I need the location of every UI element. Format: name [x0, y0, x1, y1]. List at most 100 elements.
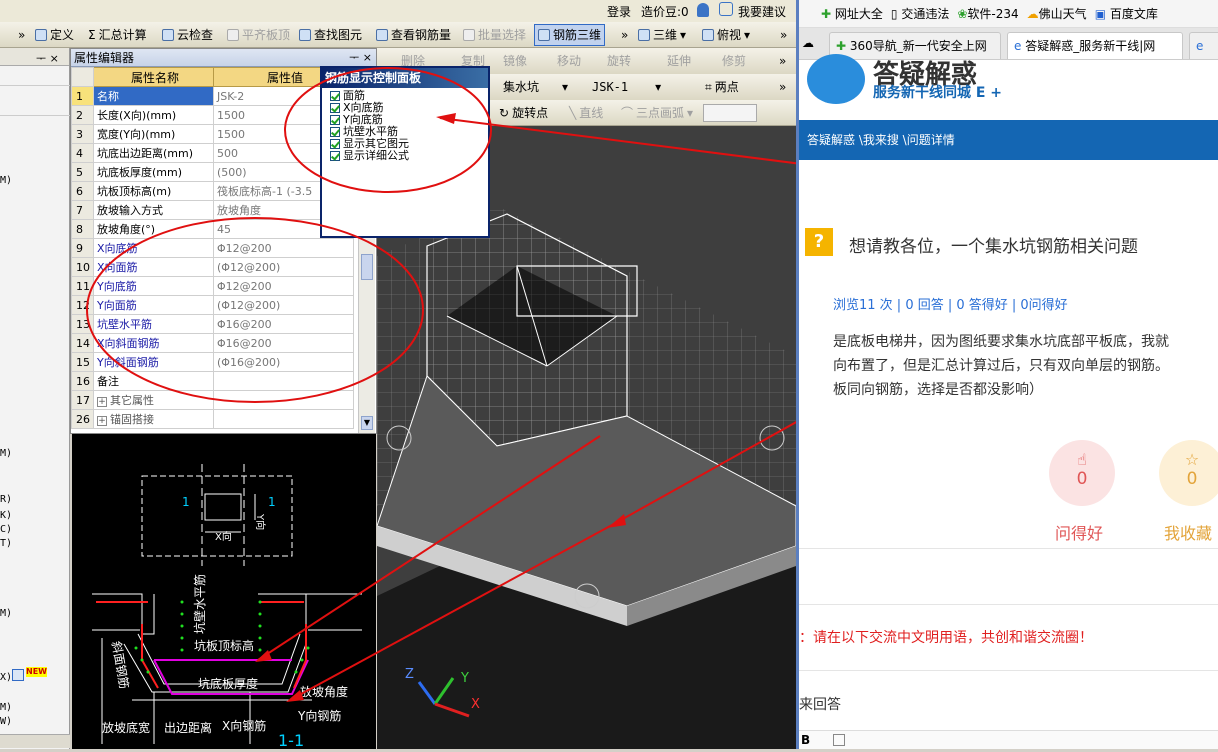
- left-panel-search[interactable]: [0, 88, 70, 116]
- toolbar2-overflow2-icon[interactable]: »: [779, 78, 786, 96]
- property-value[interactable]: [213, 390, 354, 410]
- property-value[interactable]: (Φ12@200): [213, 295, 354, 315]
- favorite-button[interactable]: ☆ 0: [1159, 440, 1218, 506]
- type-dropdown[interactable]: 集水坑 ▾: [503, 78, 568, 96]
- tree-item[interactable]: M): [0, 702, 12, 713]
- property-row[interactable]: 8 放坡角度(°) 45: [71, 219, 354, 239]
- property-row[interactable]: 3 宽度(Y向)(mm) 1500: [71, 124, 354, 144]
- left-hscrollbar[interactable]: [0, 734, 70, 748]
- property-value[interactable]: Φ16@200: [213, 314, 354, 334]
- tab-extra[interactable]: e: [1189, 32, 1218, 59]
- expand-icon[interactable]: +: [97, 416, 107, 426]
- property-value[interactable]: Φ12@200: [213, 238, 354, 258]
- cloud-check-button[interactable]: 云检查: [162, 26, 213, 44]
- scroll-thumb[interactable]: [361, 254, 373, 280]
- expand-icon[interactable]: +: [97, 397, 107, 407]
- property-value[interactable]: (Φ16@200): [213, 352, 354, 372]
- find-element-button[interactable]: 查找图元: [299, 26, 362, 44]
- two-points-button[interactable]: ⌗ 两点: [705, 78, 739, 96]
- name-dropdown[interactable]: JSK-1 ▾: [592, 78, 661, 96]
- bookmark-item[interactable]: ✚ 网址大全: [821, 5, 883, 22]
- bookmark-item[interactable]: ▯ 交通违法: [891, 5, 949, 22]
- rotate-button[interactable]: 旋转: [607, 52, 631, 70]
- cloud-icon[interactable]: ☁: [802, 36, 814, 50]
- tree-item[interactable]: T): [0, 538, 12, 549]
- checkbox[interactable]: [330, 127, 340, 137]
- toolbar-overflow3-icon[interactable]: »: [780, 26, 787, 44]
- property-row[interactable]: 5 坑底板厚度(mm) (500): [71, 162, 354, 182]
- property-row[interactable]: 13 坑壁水平筋 Φ16@200: [71, 314, 354, 334]
- tree-item[interactable]: M): [0, 175, 12, 186]
- feedback-link[interactable]: 我要建议: [738, 3, 786, 20]
- favorite-label[interactable]: 我收藏: [1164, 520, 1212, 544]
- top-view-dropdown[interactable]: 俯视 ▾: [702, 26, 750, 44]
- tree-item[interactable]: M): [0, 608, 12, 619]
- bookmark-item[interactable]: ▣ 百度文库: [1095, 5, 1158, 22]
- grid-small-icon[interactable]: [12, 669, 24, 681]
- property-value[interactable]: (Φ12@200): [213, 257, 354, 277]
- like-label[interactable]: 问得好: [1055, 520, 1103, 544]
- tree-item[interactable]: X): [0, 672, 12, 683]
- mirror-button[interactable]: 镜像: [503, 52, 527, 70]
- breadcrumb[interactable]: 答疑解惑 \我来搜 \问题详情: [799, 120, 1218, 160]
- property-row[interactable]: 14 X向斜面钢筋 Φ16@200: [71, 333, 354, 353]
- property-value[interactable]: Φ16@200: [213, 333, 354, 353]
- tree-item[interactable]: W): [0, 716, 12, 727]
- arc-parameter-dropdown[interactable]: [703, 104, 757, 122]
- image-icon[interactable]: [833, 734, 845, 746]
- bookmark-item[interactable]: ☁佛山天气: [1027, 5, 1087, 22]
- property-value[interactable]: [213, 409, 354, 429]
- property-row[interactable]: 4 坑底出边距离(mm) 500: [71, 143, 354, 163]
- checkbox[interactable]: [330, 115, 340, 125]
- bell-icon[interactable]: [697, 3, 709, 17]
- toolbar-overflow-icon[interactable]: »: [18, 26, 25, 44]
- three-point-arc-button[interactable]: ⌒ 三点画弧 ▾: [621, 104, 693, 122]
- property-row[interactable]: 2 长度(X向)(mm) 1500: [71, 105, 354, 125]
- view-rebar-amount-button[interactable]: 查看钢筋量: [376, 26, 451, 44]
- login-link[interactable]: 登录: [607, 3, 631, 20]
- summary-calc-button[interactable]: Σ 汇总计算: [88, 26, 147, 44]
- trim-button[interactable]: 修剪: [722, 52, 746, 70]
- checkbox[interactable]: [330, 139, 340, 149]
- rebar-3d-button[interactable]: 钢筋三维: [534, 24, 606, 46]
- property-row[interactable]: 16 备注: [71, 371, 354, 391]
- tree-item[interactable]: C): [0, 524, 12, 535]
- property-row[interactable]: 11 Y向底筋 Φ12@200: [71, 276, 354, 296]
- property-row[interactable]: 15 Y向斜面钢筋 (Φ16@200): [71, 352, 354, 372]
- property-row[interactable]: 7 放坡输入方式 放坡角度: [71, 200, 354, 220]
- tab-qa[interactable]: e 答疑解惑_服务新干线|网: [1007, 32, 1183, 59]
- pin-icon[interactable]: ᅮ ×: [36, 50, 59, 66]
- like-button[interactable]: ☝ 0: [1049, 440, 1115, 506]
- property-row[interactable]: 10 X向面筋 (Φ12@200): [71, 257, 354, 277]
- rotate-point-button[interactable]: ↻ 旋转点: [499, 104, 548, 122]
- checkbox[interactable]: [330, 151, 340, 161]
- rebar-checkbox-row[interactable]: 显示详细公式: [322, 150, 488, 162]
- property-row[interactable]: 17 + 其它属性: [71, 390, 354, 410]
- scroll-down-icon[interactable]: ▼: [361, 416, 373, 430]
- toolbar-overflow2-icon[interactable]: »: [621, 26, 628, 44]
- property-row[interactable]: 1 名称 JSK-2: [71, 86, 354, 106]
- property-row[interactable]: 9 X向底筋 Φ12@200: [71, 238, 354, 258]
- extend-button[interactable]: 延伸: [667, 52, 691, 70]
- line-button[interactable]: ╲ 直线: [569, 104, 603, 122]
- tree-item[interactable]: R): [0, 494, 12, 505]
- align-slab-top-button[interactable]: 平齐板顶: [227, 26, 290, 44]
- property-row[interactable]: 6 坑板顶标高(m) 筏板底标高-1 (-3.5: [71, 181, 354, 201]
- 3d-view-dropdown[interactable]: 三维 ▾: [638, 26, 686, 44]
- checkbox[interactable]: [330, 103, 340, 113]
- panel-pin-close-icon[interactable]: ᅮ ×: [349, 49, 376, 66]
- move-button[interactable]: 移动: [557, 52, 581, 70]
- checkbox[interactable]: [330, 91, 340, 101]
- toolbar2-overflow-icon[interactable]: »: [779, 52, 786, 70]
- tree-item[interactable]: M): [0, 448, 12, 459]
- property-row[interactable]: 26 + 锚固搭接: [71, 409, 354, 429]
- bookmark-item[interactable]: ❀软件-234: [957, 5, 1018, 22]
- bold-button[interactable]: B: [801, 733, 810, 747]
- batch-select-button[interactable]: 批量选择: [463, 26, 526, 44]
- property-value[interactable]: Φ12@200: [213, 276, 354, 296]
- property-value[interactable]: [213, 371, 354, 391]
- define-button[interactable]: 定义: [35, 26, 74, 44]
- leaf-icon: ❀: [957, 7, 968, 21]
- property-row[interactable]: 12 Y向面筋 (Φ12@200): [71, 295, 354, 315]
- tree-item[interactable]: K): [0, 510, 12, 521]
